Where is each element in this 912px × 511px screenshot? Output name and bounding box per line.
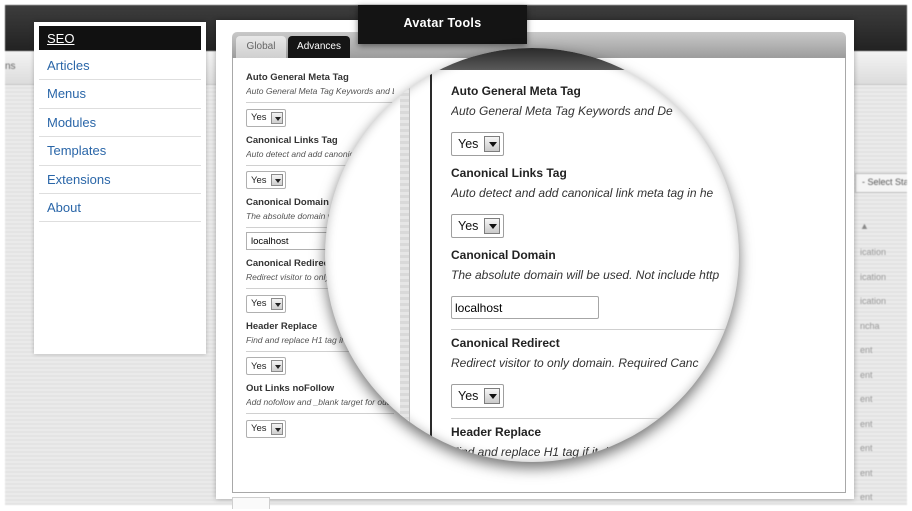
magnifier-lens: Auto General Meta Tag Auto General Meta … [325, 48, 739, 462]
select-value: Yes [251, 360, 267, 372]
magnified-panel-edge [400, 48, 410, 462]
chevron-down-icon [270, 111, 283, 124]
canonical-links-select[interactable]: Yes [246, 171, 286, 189]
select-value: Yes [251, 423, 267, 434]
select-value: Yes [458, 219, 479, 233]
magnified-setting-title: Canonical Links Tag [451, 166, 567, 180]
auto-meta-tag-select[interactable]: Yes [246, 108, 286, 127]
magnified-setting-description: Auto detect and add canonical link meta … [451, 186, 714, 200]
chevron-down-icon [484, 388, 501, 404]
background-cell: ent [860, 369, 873, 380]
background-column: ication ication ication ncha ent ent ent… [860, 241, 886, 505]
magnified-setting-title: Header Replace [451, 425, 542, 439]
divider [246, 102, 394, 103]
header-replace-select[interactable]: Yes [246, 357, 286, 375]
magnified-divider [430, 48, 432, 462]
chevron-down-icon [270, 297, 283, 310]
magnified-setting-description: Redirect visitor to only domain. Require… [451, 356, 699, 370]
magnified-canonical-domain-input[interactable] [451, 296, 599, 319]
background-cell: ent [860, 443, 873, 453]
menu-item-about[interactable]: About [39, 194, 201, 223]
background-cell: ent [860, 345, 873, 355]
chevron-down-icon [270, 422, 283, 435]
select-value: Yes [458, 137, 479, 151]
background-cell: ication [860, 296, 887, 306]
background-cell: ent [860, 418, 873, 429]
setting-description: Auto General Meta Tag Keywords and D [246, 86, 394, 96]
divider [451, 329, 739, 330]
setting-description: Add nofollow and _blank target for out l… [246, 397, 394, 407]
tab-global[interactable]: Global [236, 36, 286, 58]
select-value: Yes [458, 389, 479, 403]
magnified-setting-description: Auto General Meta Tag Keywords and De [451, 104, 673, 118]
setting-title: Auto General Meta Tag [246, 72, 349, 83]
magnified-tab-bar [432, 48, 739, 70]
menu-item-templates[interactable]: Templates [39, 137, 201, 166]
canonical-redirect-select[interactable]: Yes [246, 294, 286, 313]
status-filter-select[interactable]: - Select Status [855, 173, 907, 193]
menu-item-modules[interactable]: Modules [39, 109, 201, 138]
background-cell: ent [860, 394, 873, 404]
menu-item-seo[interactable]: SEO [39, 26, 201, 50]
magnified-setting-description: Find and replace H1 tag if it d [451, 445, 608, 459]
background-cell: ncha [860, 320, 880, 331]
select-value: Yes [251, 112, 267, 123]
menu-item-articles[interactable]: Articles [39, 52, 201, 81]
bottom-tab [232, 497, 270, 509]
component-menu: SEO Articles Menus Modules Templates Ext… [34, 22, 206, 354]
menu-item-menus[interactable]: Menus [39, 80, 201, 109]
menu-item-extensions[interactable]: Extensions [39, 166, 201, 194]
background-cell: ication [860, 247, 887, 257]
magnified-canonical-links-select[interactable]: Yes [451, 214, 505, 238]
magnified-setting-description: The absolute domain will be used. Not in… [451, 268, 720, 282]
divider [246, 413, 394, 414]
background-cell: ent [860, 492, 873, 502]
select-value: Yes [251, 298, 267, 309]
out-links-nofollow-select[interactable]: Yes [246, 419, 286, 438]
background-cell: ent [860, 467, 873, 478]
chevron-down-icon [270, 174, 283, 186]
background-cell: ication [860, 271, 887, 282]
chevron-down-icon [484, 136, 501, 152]
magnified-setting-title: Canonical Domain [451, 248, 556, 262]
divider [451, 418, 739, 419]
chevron-down-icon [270, 360, 283, 372]
magnified-settings: Auto General Meta Tag Auto General Meta … [451, 84, 739, 462]
select-value: Yes [251, 174, 267, 186]
magnified-canonical-redirect-select[interactable]: Yes [451, 384, 505, 408]
magnified-auto-meta-tag-select[interactable]: Yes [451, 132, 505, 156]
magnified-setting-title: Auto General Meta Tag [451, 84, 581, 98]
tab-advances[interactable]: Advances [288, 36, 350, 58]
brand-badge: Avatar Tools [358, 5, 527, 44]
sort-icon: ▲ [860, 221, 869, 231]
background-toolbar-text: ns [5, 61, 16, 72]
chevron-down-icon [484, 218, 501, 234]
magnified-setting-title: Canonical Redirect [451, 336, 560, 350]
